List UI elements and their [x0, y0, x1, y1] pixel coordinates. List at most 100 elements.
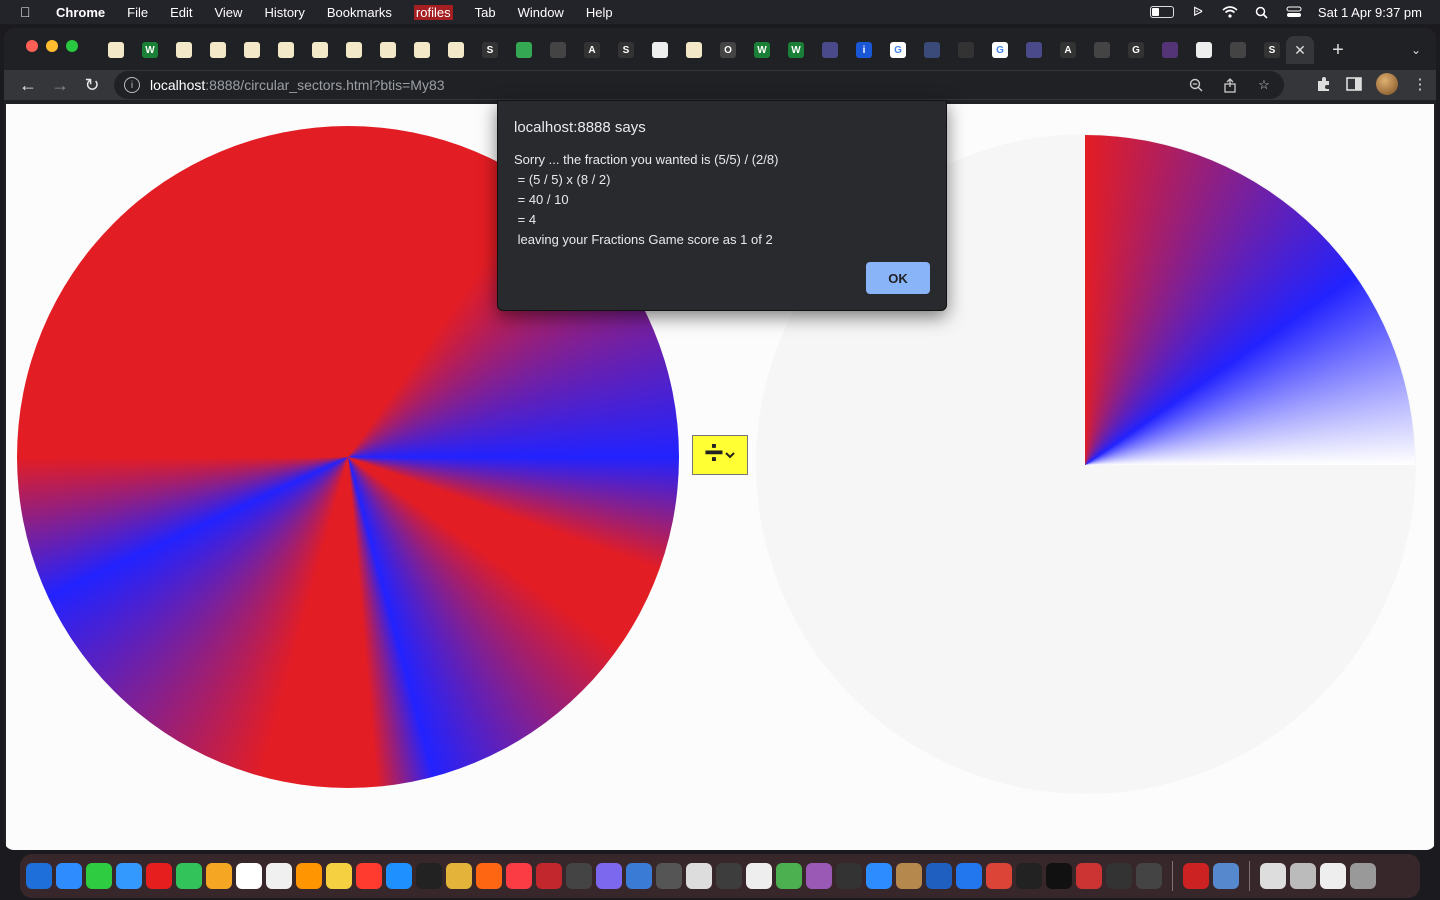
back-arrow-icon[interactable]: ←	[16, 73, 40, 97]
tab-a-icon[interactable]: A	[1056, 38, 1080, 62]
menu-tab[interactable]: Tab	[475, 5, 496, 20]
window-minimize-button[interactable]	[46, 40, 58, 52]
forward-arrow-icon[interactable]: →	[48, 73, 72, 97]
dock-app-icon[interactable]	[446, 863, 472, 889]
tab-w-icon[interactable]: W	[784, 38, 808, 62]
address-bar[interactable]: i localhost:8888/circular_sectors.html?b…	[114, 71, 1284, 99]
quarter-sector[interactable]	[1085, 135, 1415, 465]
tab-google-icon[interactable]: G	[988, 38, 1012, 62]
dock-app-icon[interactable]	[1076, 863, 1102, 889]
dock-app-icon[interactable]	[236, 863, 262, 889]
dock-app-icon[interactable]	[1290, 863, 1316, 889]
dock-app-icon[interactable]	[1046, 863, 1072, 889]
dock-app-icon[interactable]	[326, 863, 352, 889]
tab-loop-icon[interactable]	[1158, 38, 1182, 62]
zoom-icon[interactable]	[1188, 78, 1204, 92]
dock-app-icon[interactable]	[56, 863, 82, 889]
wifi-icon[interactable]	[1222, 5, 1238, 19]
dock-app-icon[interactable]	[1106, 863, 1132, 889]
tab-o-icon[interactable]: O	[716, 38, 740, 62]
tab-grid-icon[interactable]	[1192, 38, 1216, 62]
window-close-button[interactable]	[26, 40, 38, 52]
dock-app-icon[interactable]	[716, 863, 742, 889]
dock-app-icon[interactable]	[26, 863, 52, 889]
close-tab-icon[interactable]: ✕	[1286, 36, 1314, 64]
menu-file[interactable]: File	[127, 5, 148, 20]
tab-page-icon[interactable]	[410, 38, 434, 62]
bluetooth-icon[interactable]: ᐉ	[1190, 4, 1206, 19]
dock-app-icon[interactable]	[896, 863, 922, 889]
dock-app-icon[interactable]	[626, 863, 652, 889]
dock-app-icon[interactable]	[566, 863, 592, 889]
tab-maps-icon[interactable]	[512, 38, 536, 62]
tab-search-chevron-icon[interactable]: ⌄	[1404, 38, 1428, 62]
reload-icon[interactable]: ↻	[80, 73, 104, 97]
dock-app-icon[interactable]	[176, 863, 202, 889]
new-tab-icon[interactable]: +	[1326, 36, 1350, 64]
menu-history[interactable]: History	[264, 5, 304, 20]
share-icon[interactable]	[1222, 77, 1238, 93]
tab-s-icon[interactable]: S	[1260, 38, 1284, 62]
profile-avatar[interactable]	[1376, 73, 1398, 95]
battery-icon[interactable]	[1149, 6, 1174, 18]
dock-app-icon[interactable]	[506, 863, 532, 889]
tab-dots-icon[interactable]	[1090, 38, 1114, 62]
menu-bookmarks[interactable]: Bookmarks	[327, 5, 392, 20]
dock-app-icon[interactable]	[206, 863, 232, 889]
tab-a-icon[interactable]: A	[580, 38, 604, 62]
tab-page-icon[interactable]	[240, 38, 264, 62]
dock-app-icon[interactable]	[926, 863, 952, 889]
tab-dots-icon[interactable]	[546, 38, 570, 62]
tab-w-icon[interactable]: W	[750, 38, 774, 62]
tab-page-icon[interactable]	[206, 38, 230, 62]
dock-app-icon[interactable]	[1183, 863, 1209, 889]
menu-edit[interactable]: Edit	[170, 5, 192, 20]
tab-g-icon[interactable]: G	[1124, 38, 1148, 62]
dock-app-icon[interactable]	[596, 863, 622, 889]
tab-dots-icon[interactable]	[1226, 38, 1250, 62]
control-center-icon[interactable]	[1286, 5, 1302, 19]
operator-select[interactable]: ÷	[692, 435, 748, 475]
menu-profiles[interactable]: rofiles	[413, 4, 453, 20]
tab-google-icon[interactable]: G	[886, 38, 910, 62]
dock-app-icon[interactable]	[866, 863, 892, 889]
dock-app-icon[interactable]	[536, 863, 562, 889]
dock-app-icon[interactable]	[356, 863, 382, 889]
spotlight-icon[interactable]	[1254, 5, 1270, 19]
dock-app-icon[interactable]	[476, 863, 502, 889]
tab-mail-icon[interactable]	[648, 38, 672, 62]
tab-dark-icon[interactable]	[954, 38, 978, 62]
dock-app-icon[interactable]	[1136, 863, 1162, 889]
dock-app-icon[interactable]	[1213, 863, 1239, 889]
dock-app-icon[interactable]	[746, 863, 772, 889]
dock-app-icon[interactable]	[986, 863, 1012, 889]
menu-view[interactable]: View	[214, 5, 242, 20]
tab-w-icon[interactable]: W	[138, 38, 162, 62]
dock-app-icon[interactable]	[656, 863, 682, 889]
tab-page-icon[interactable]	[172, 38, 196, 62]
dock-app-icon[interactable]	[386, 863, 412, 889]
tab-page-icon[interactable]	[444, 38, 468, 62]
dock-app-icon[interactable]	[956, 863, 982, 889]
kebab-menu-icon[interactable]: ⋮	[1412, 76, 1428, 93]
tab-game-icon[interactable]	[1022, 38, 1046, 62]
menu-clock[interactable]: Sat 1 Apr 9:37 pm	[1318, 5, 1422, 20]
menu-app-name[interactable]: Chrome	[56, 5, 105, 20]
dock-app-icon[interactable]	[86, 863, 112, 889]
menu-window[interactable]: Window	[518, 5, 564, 20]
dock-app-icon[interactable]	[836, 863, 862, 889]
menu-help[interactable]: Help	[586, 5, 613, 20]
tab-page-icon[interactable]	[308, 38, 332, 62]
dock-app-icon[interactable]	[1350, 863, 1376, 889]
dock-app-icon[interactable]	[776, 863, 802, 889]
tab-page-icon[interactable]	[376, 38, 400, 62]
dock-app-icon[interactable]	[1260, 863, 1286, 889]
extensions-puzzle-icon[interactable]	[1316, 77, 1332, 91]
tab-puzzle-icon[interactable]	[920, 38, 944, 62]
dock-app-icon[interactable]	[416, 863, 442, 889]
tab-info-icon[interactable]: i	[852, 38, 876, 62]
window-zoom-button[interactable]	[66, 40, 78, 52]
apple-icon[interactable]: 	[20, 4, 38, 20]
dock-app-icon[interactable]	[116, 863, 142, 889]
dock-app-icon[interactable]	[686, 863, 712, 889]
